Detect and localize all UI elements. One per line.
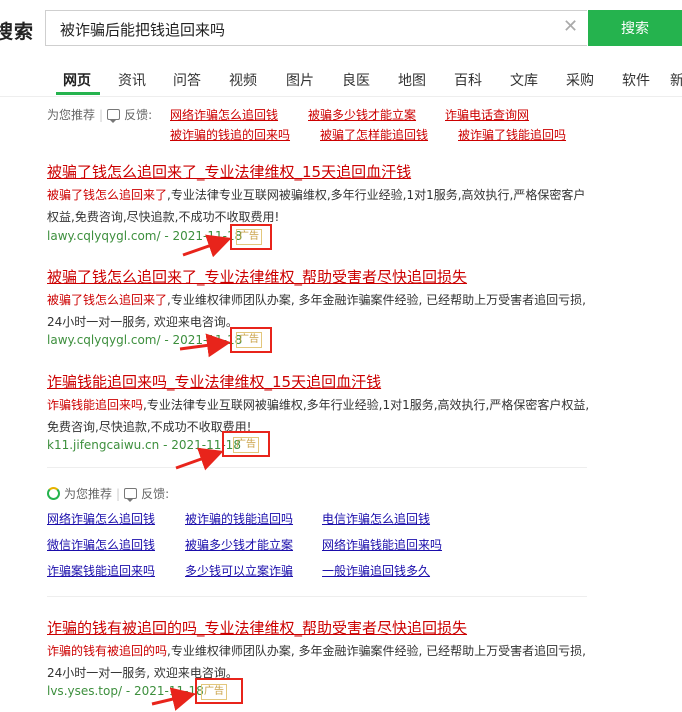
red-arrow-icon [182, 234, 232, 258]
red-arrow-icon [179, 333, 231, 358]
red-arrow-icon [151, 687, 196, 711]
annotation-layer [151, 234, 232, 711]
red-arrow-icon [175, 447, 224, 471]
